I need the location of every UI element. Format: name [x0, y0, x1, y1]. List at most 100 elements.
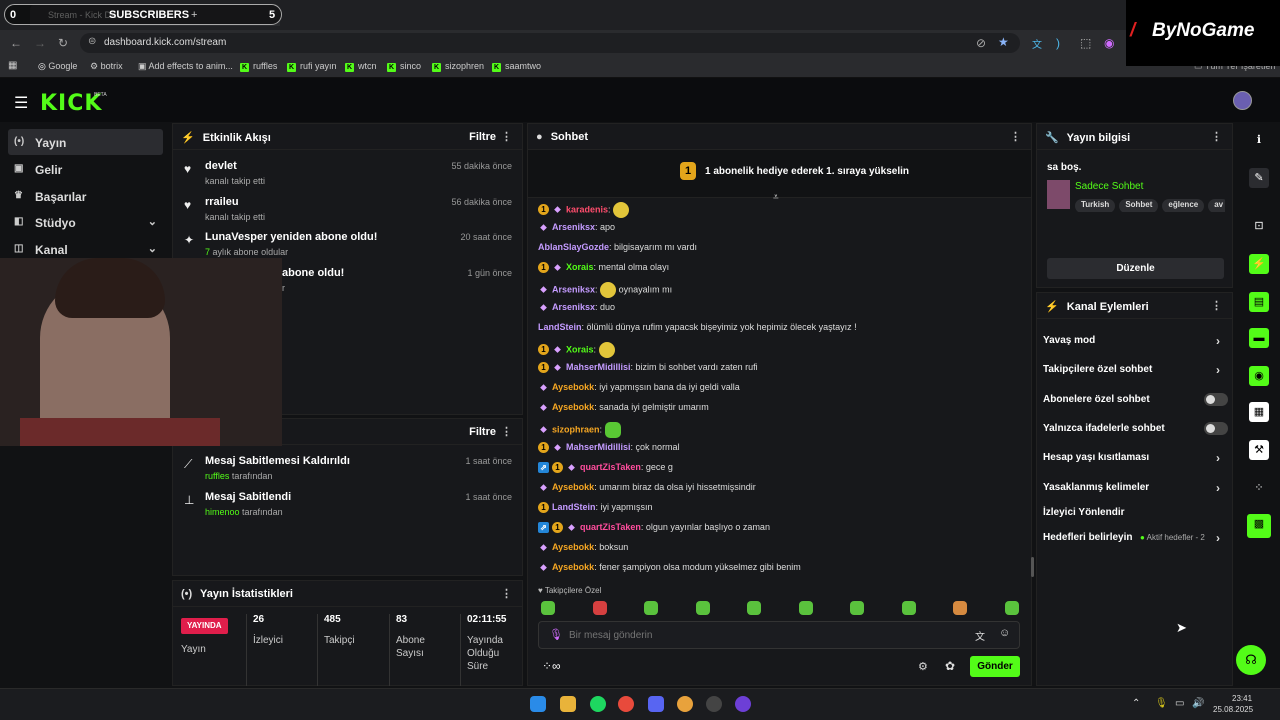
- chat-username[interactable]: LandStein: [538, 322, 582, 332]
- emote-icon[interactable]: [541, 601, 555, 615]
- hamburger-menu-icon[interactable]: ☰: [14, 93, 28, 113]
- emote-icon[interactable]: [747, 601, 761, 615]
- lightning-icon[interactable]: ⚡: [1249, 254, 1269, 274]
- emote-icon[interactable]: [901, 601, 916, 615]
- mod-filter-button[interactable]: Filtre: [469, 426, 496, 438]
- spotify-icon[interactable]: [590, 696, 606, 712]
- reload-icon[interactable]: ↻: [58, 36, 68, 50]
- bookmark-ruffles[interactable]: Kruffles: [240, 61, 277, 72]
- obs-icon[interactable]: [735, 696, 751, 712]
- chat-username[interactable]: AblanSlayGozde: [538, 242, 609, 252]
- url-field[interactable]: ⊜ dashboard.kick.com/stream: [80, 33, 1020, 53]
- bookmark-sinco[interactable]: Ksinco: [387, 61, 421, 72]
- bookmark-google[interactable]: ◎ Google: [38, 61, 77, 72]
- bookmark-wtcn[interactable]: Kwtcn: [345, 61, 377, 72]
- chat-username[interactable]: Aysebokk: [552, 482, 594, 492]
- bookmark-rufi[interactable]: Krufi yayın: [287, 61, 337, 72]
- volume-icon[interactable]: 🔊: [1192, 698, 1204, 709]
- action-raid[interactable]: İzleyici Yönlendir: [1043, 507, 1125, 518]
- bookmark-botrix[interactable]: ⚙ botrix: [90, 61, 123, 72]
- chat-username[interactable]: MahserMidillisi: [566, 442, 631, 452]
- network-icon[interactable]: ▭: [1175, 698, 1184, 709]
- chat-username[interactable]: Aysebokk: [552, 402, 594, 412]
- puzzle-icon[interactable]: ⬚: [1080, 36, 1091, 50]
- pencil-icon[interactable]: ✎: [1249, 168, 1269, 188]
- discord-icon[interactable]: [648, 696, 664, 712]
- chat-username[interactable]: quartZisTaken: [580, 462, 641, 472]
- apps-grid-icon[interactable]: ▦: [8, 60, 17, 71]
- send-button[interactable]: Gönder: [970, 656, 1020, 677]
- expand-icon[interactable]: ⩡: [773, 192, 779, 203]
- more-icon[interactable]: ⋮: [501, 425, 512, 438]
- activity-filter-button[interactable]: Filtre: [469, 131, 496, 143]
- chat-username[interactable]: Xorais: [566, 262, 594, 272]
- emote-icon[interactable]: [1004, 601, 1019, 615]
- info-icon[interactable]: ℹ: [1249, 130, 1269, 150]
- edit-button[interactable]: Düzenle: [1047, 258, 1224, 279]
- bookmark-sizophren[interactable]: Ksizophren: [432, 61, 484, 72]
- avatar[interactable]: [1233, 91, 1252, 110]
- chat-username[interactable]: MahserMidillisi: [566, 362, 631, 372]
- bookmark-saamtwo[interactable]: Ksaamtwo: [492, 61, 541, 72]
- file-explorer-icon[interactable]: [560, 696, 576, 712]
- emote-icon[interactable]: [644, 601, 658, 615]
- link-infinity-icon[interactable]: ⁘∞: [542, 659, 561, 673]
- emoji-icon[interactable]: ☺: [999, 627, 1010, 639]
- sidebar-item-gelir[interactable]: ▣ Gelir: [8, 156, 163, 182]
- layout-icon[interactable]: ▦: [1249, 402, 1269, 422]
- more-icon[interactable]: ⋮: [1211, 130, 1222, 143]
- more-icon[interactable]: ⋮: [501, 587, 512, 600]
- action-slow-mode[interactable]: Yavaş mod ›: [1043, 334, 1220, 348]
- forward-icon[interactable]: →: [34, 36, 46, 50]
- more-icon[interactable]: ⋮: [501, 130, 512, 143]
- microphone-icon[interactable]: 🎙: [1155, 698, 1168, 709]
- emote-icon[interactable]: [695, 601, 710, 615]
- chat-username[interactable]: Arseniksx: [552, 302, 595, 312]
- chrome-icon[interactable]: [618, 696, 634, 712]
- sidebar-item-yayin[interactable]: (•) Yayın: [8, 129, 163, 155]
- dots-icon[interactable]: ⁘: [1249, 478, 1269, 498]
- gift-icon[interactable]: ✿: [945, 659, 955, 673]
- chat-username[interactable]: LandStein: [552, 502, 596, 512]
- chat-username[interactable]: Aysebokk: [552, 562, 594, 572]
- sidebar-item-basarilar[interactable]: ♛ Başarılar: [8, 183, 163, 209]
- emote-icon[interactable]: [850, 601, 864, 615]
- site-info-icon[interactable]: ⊜: [88, 36, 96, 47]
- back-icon[interactable]: ←: [10, 36, 22, 50]
- chat-username[interactable]: Arseniksx: [552, 222, 595, 232]
- broadcast-icon[interactable]: ◉: [1249, 366, 1269, 386]
- emote-only-toggle[interactable]: [1204, 422, 1228, 435]
- chat-username[interactable]: Xorais: [566, 344, 594, 354]
- action-account-age[interactable]: Hesap yaşı kısıtlaması ›: [1043, 451, 1220, 465]
- hide-icon[interactable]: ⊘: [976, 36, 986, 50]
- emote-icon[interactable]: [592, 601, 607, 615]
- chat-input[interactable]: 🎙 文 ☺: [538, 621, 1020, 649]
- document-icon[interactable]: ▤: [1249, 292, 1269, 312]
- new-tab-button[interactable]: +: [191, 9, 197, 21]
- chat-username[interactable]: karadenis: [566, 204, 608, 214]
- action-followers-only[interactable]: Takipçilere özel sohbet ›: [1043, 363, 1220, 377]
- action-banned-words[interactable]: Yasaklanmış kelimeler ›: [1043, 481, 1220, 495]
- app-icon[interactable]: [706, 696, 722, 712]
- emote-icon[interactable]: [798, 601, 813, 615]
- more-icon[interactable]: ⋮: [1010, 130, 1021, 143]
- chat-icon[interactable]: ▬: [1249, 328, 1269, 348]
- subscribers-only-toggle[interactable]: [1204, 393, 1228, 406]
- translate-icon[interactable]: 文: [975, 628, 985, 643]
- windows-start-icon[interactable]: [530, 696, 546, 712]
- bookmark-effects[interactable]: ▣ Add effects to anim...: [138, 61, 233, 72]
- chat-message-field[interactable]: [569, 627, 949, 643]
- crop-icon[interactable]: ⊡: [1249, 216, 1269, 236]
- microphone-icon[interactable]: 🎙: [549, 628, 563, 641]
- app-icon[interactable]: ▩: [1247, 514, 1271, 538]
- extension-icon[interactable]: ): [1056, 36, 1060, 50]
- profile-ext-icon[interactable]: ◉: [1104, 36, 1114, 50]
- chat-username[interactable]: Aysebokk: [552, 542, 594, 552]
- gear-icon[interactable]: ⚙: [918, 660, 928, 673]
- tray-chevron-icon[interactable]: ⌃: [1132, 698, 1140, 709]
- stream-category[interactable]: Sadece Sohbet: [1075, 181, 1143, 192]
- chat-username[interactable]: Aysebokk: [552, 382, 594, 392]
- chat-scrollbar[interactable]: [1031, 557, 1034, 577]
- translate-ext-icon[interactable]: 文: [1032, 36, 1042, 51]
- chat-username[interactable]: quartZisTaken: [580, 522, 641, 532]
